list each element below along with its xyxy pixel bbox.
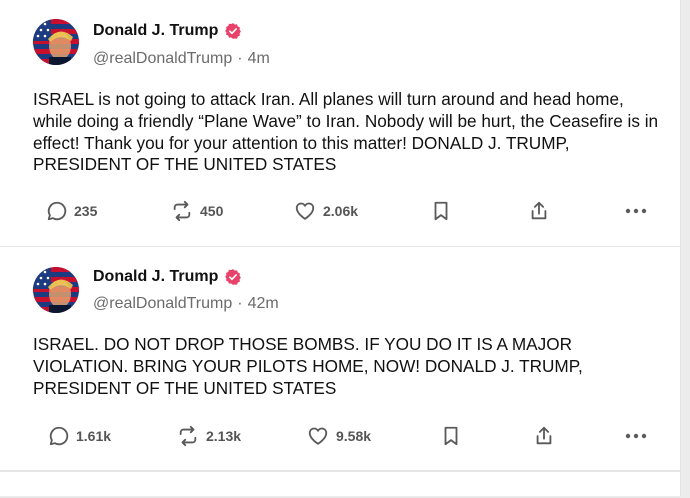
handle-row: @realDonaldTrump · 4m: [93, 50, 270, 68]
like-count: 2.06k: [323, 203, 359, 219]
reply-button[interactable]: 235: [46, 197, 97, 225]
retruth-button[interactable]: 2.13k: [176, 422, 241, 450]
more-icon: [625, 433, 647, 439]
post-actions: 1.61k 2.13k 9.58k: [0, 422, 680, 450]
retruth-count: 2.13k: [206, 428, 242, 444]
bookmark-icon: [434, 201, 448, 221]
more-icon: [625, 208, 647, 214]
reply-count: 235: [74, 203, 98, 219]
verified-badge-icon: [225, 269, 242, 285]
post-timestamp[interactable]: 42m: [248, 295, 279, 312]
bookmark-button[interactable]: [441, 422, 461, 450]
like-button[interactable]: 2.06k: [293, 197, 358, 225]
author-handle[interactable]: @realDonaldTrump: [93, 50, 232, 67]
heart-icon: [295, 202, 315, 220]
reply-count: 1.61k: [76, 428, 112, 444]
author-handle[interactable]: @realDonaldTrump: [93, 295, 232, 312]
author-row: Donald J. Trump: [93, 22, 242, 40]
retruth-icon: [173, 200, 191, 222]
bookmark-button[interactable]: [431, 197, 451, 225]
retruth-icon: [179, 425, 197, 447]
post[interactable]: Donald J. Trump @realDonaldTrump · 4m ISRA…: [0, 0, 680, 247]
post-actions: 235 450 2.06k: [0, 197, 680, 225]
retruth-count: 450: [200, 203, 224, 219]
post-text: ISRAEL. DO NOT DROP THOSE BOMBS. IF YOU …: [33, 334, 583, 398]
next-post-preview[interactable]: [0, 471, 680, 498]
like-button[interactable]: 9.58k: [306, 422, 371, 450]
share-button[interactable]: [528, 197, 550, 225]
post[interactable]: Donald J. Trump @realDonaldTrump · 42m ISR…: [0, 247, 680, 471]
reply-button[interactable]: 1.61k: [48, 422, 111, 450]
more-options-button[interactable]: [625, 422, 647, 450]
timeline-feed: Donald J. Trump @realDonaldTrump · 4m ISRA…: [0, 0, 681, 498]
retruth-button[interactable]: 450: [170, 197, 223, 225]
share-icon: [536, 426, 552, 445]
dot-separator: ·: [237, 50, 243, 67]
reply-icon: [49, 426, 69, 446]
heart-icon: [308, 427, 328, 445]
post-timestamp[interactable]: 4m: [248, 50, 270, 67]
share-icon: [531, 201, 547, 220]
handle-row: @realDonaldTrump · 42m: [93, 295, 279, 313]
avatar[interactable]: [33, 19, 79, 65]
author-name[interactable]: Donald J. Trump: [93, 22, 218, 40]
verified-badge-icon: [225, 23, 242, 39]
post-text: ISRAEL is not going to attack Iran. All …: [33, 89, 659, 175]
bookmark-icon: [444, 426, 458, 446]
reply-icon: [47, 201, 67, 221]
share-button[interactable]: [533, 422, 555, 450]
more-options-button[interactable]: [625, 197, 647, 225]
avatar[interactable]: [33, 267, 79, 313]
dot-separator: ·: [237, 295, 243, 312]
author-row: Donald J. Trump: [93, 268, 242, 286]
like-count: 9.58k: [336, 428, 372, 444]
author-name[interactable]: Donald J. Trump: [93, 268, 218, 286]
